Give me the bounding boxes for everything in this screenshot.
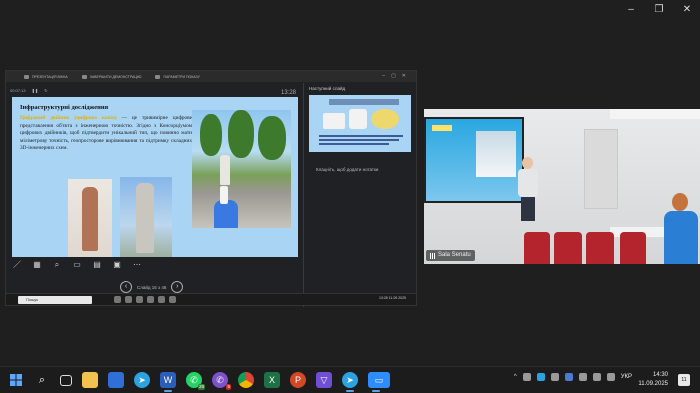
notification-badge[interactable]: 11 (678, 374, 690, 386)
restore-button[interactable]: ❐ (652, 4, 666, 16)
window-controls: – ❐ ✕ (624, 4, 694, 16)
park-statue-photo (192, 110, 291, 228)
notes-area[interactable]: Клацніть, щоб додати нотатки (316, 167, 378, 172)
participant-video[interactable] (424, 109, 700, 264)
word-icon[interactable]: W (160, 372, 176, 392)
more-icon[interactable]: ⋯ (132, 260, 142, 269)
wifi-icon[interactable] (592, 373, 601, 381)
pane-divider[interactable] (303, 83, 304, 307)
minimize-button[interactable]: – (624, 4, 638, 16)
telegram-icon[interactable]: ➤ (342, 372, 358, 392)
app-icon[interactable] (114, 296, 121, 303)
app-icon[interactable] (125, 296, 132, 303)
elapsed-timer: 00:07:13 (10, 87, 26, 93)
app-icon[interactable] (147, 296, 154, 303)
taskbar: ⌕ ➤ W ✆ 28 ✆ 5 X P ▽ ➤ ▭ ^ УКР 14:30 11.… (0, 366, 700, 393)
tab-show-settings[interactable]: ПАРАМЕТРИ ПОКАЗУ (155, 74, 200, 79)
tray-app-icon[interactable] (550, 373, 559, 381)
inner-clock: 13:28 11.09.2025 (379, 296, 406, 300)
tab-end-show[interactable]: ЗАВЕРШИТИ ДЕМОНСТРАЦІЮ (81, 74, 141, 79)
windows-start-icon[interactable] (8, 372, 24, 388)
monument-photo (120, 177, 172, 257)
clay-model-photo (68, 179, 112, 257)
tray-app-icon[interactable] (578, 373, 587, 381)
shared-screen: ПРЕЗЕНТАЦІЯ ВІКНА ЗАВЕРШИТИ ДЕМОНСТРАЦІЮ… (5, 70, 417, 307)
pen-icon[interactable]: ／ (12, 260, 22, 269)
app-icon[interactable] (169, 296, 176, 303)
camera-icon[interactable]: ▣ (112, 260, 122, 269)
next-slide-button[interactable]: › (171, 281, 184, 293)
search-icon[interactable]: ⌕ (34, 372, 50, 388)
presenter-toolbar: ПРЕЗЕНТАЦІЯ ВІКНА ЗАВЕРШИТИ ДЕМОНСТРАЦІЮ… (6, 71, 416, 82)
volume-icon[interactable] (606, 373, 615, 381)
taskbar-apps: ⌕ ➤ W ✆ 28 ✆ 5 X P ▽ ➤ ▭ (8, 372, 390, 392)
zoom-app-icon[interactable]: ▭ (368, 372, 390, 392)
slide-title: Інфраструктурні дослідження (20, 104, 109, 111)
file-explorer-icon[interactable] (82, 372, 98, 388)
inner-taskbar: Пошук 13:28 11.09.2025 (6, 293, 416, 305)
clock-date: 11.09.2025 (638, 381, 668, 387)
slide-tools: ／ ▦ ⌕ ▭ ▤ ▣ ⋯ (12, 260, 142, 269)
inner-window-controls[interactable]: –▢✕ (382, 73, 412, 79)
slide-navigation: ‹ Слайд 16 з 46 › (120, 281, 184, 293)
viber-icon[interactable]: ✆ 5 (212, 372, 231, 390)
slide-body: Цифровий двійник (цифрова копія) — це тр… (20, 115, 192, 153)
clock-time: 14:30 (652, 372, 668, 378)
current-slide: Інфраструктурні дослідження Цифровий дві… (12, 97, 298, 257)
audio-level-icon (430, 252, 435, 259)
window-icon (155, 74, 161, 79)
language-indicator[interactable]: УКР (621, 374, 632, 380)
tab-present-window[interactable]: ПРЕЗЕНТАЦІЯ ВІКНА (24, 74, 68, 79)
audience-figure (664, 193, 700, 264)
inner-search-box[interactable]: Пошук (18, 296, 92, 304)
slide-counter: Слайд 16 з 46 (137, 284, 167, 290)
room-display (424, 117, 524, 203)
next-slide-label: Наступний слайд (309, 86, 346, 91)
previous-slide-button[interactable]: ‹ (120, 281, 132, 293)
powerpoint-icon[interactable]: P (290, 372, 306, 388)
telegram-tray-icon[interactable] (536, 373, 545, 381)
task-view-icon[interactable] (60, 374, 72, 386)
inner-taskbar-icons (114, 296, 176, 303)
timer-row: 00:07:13 ❚❚ ↻ 13:28 (10, 85, 298, 97)
pause-icon[interactable]: ❚❚ (32, 88, 39, 93)
chevron-up-icon[interactable]: ^ (514, 374, 517, 380)
close-button[interactable]: ✕ (680, 4, 694, 16)
browser-icon[interactable]: ▽ (316, 372, 332, 388)
excel-icon[interactable]: X (264, 372, 280, 388)
presenter-figure (516, 157, 540, 221)
reset-icon[interactable]: ↻ (44, 88, 47, 93)
next-slide-preview[interactable] (309, 95, 411, 152)
slide-highlight: Цифровий двійник (цифрова копія) (20, 115, 117, 121)
pointer-icon[interactable]: ▭ (72, 260, 82, 269)
slides-grid-icon[interactable]: ▦ (32, 260, 42, 269)
participant-name-tag: Sala Senatu (426, 250, 475, 261)
tray-app-icon[interactable] (522, 373, 531, 381)
system-clock[interactable]: 14:30 11.09.2025 (638, 371, 668, 389)
whatsapp-icon[interactable]: ✆ 28 (186, 372, 205, 390)
subtitles-icon[interactable]: ▤ (92, 260, 102, 269)
bluetooth-icon[interactable] (564, 373, 573, 381)
store-icon[interactable] (108, 372, 124, 388)
telegram-icon[interactable]: ➤ (134, 372, 150, 388)
window-icon (24, 74, 29, 79)
window-icon (81, 74, 87, 79)
zoom-icon[interactable]: ⌕ (52, 260, 62, 269)
screen: – ❐ ✕ ПРЕЗЕНТАЦІЯ ВІКНА ЗАВЕРШИТИ ДЕМОНС… (0, 0, 700, 393)
app-icon[interactable] (136, 296, 143, 303)
app-icon[interactable] (158, 296, 165, 303)
chrome-icon[interactable] (238, 372, 254, 388)
